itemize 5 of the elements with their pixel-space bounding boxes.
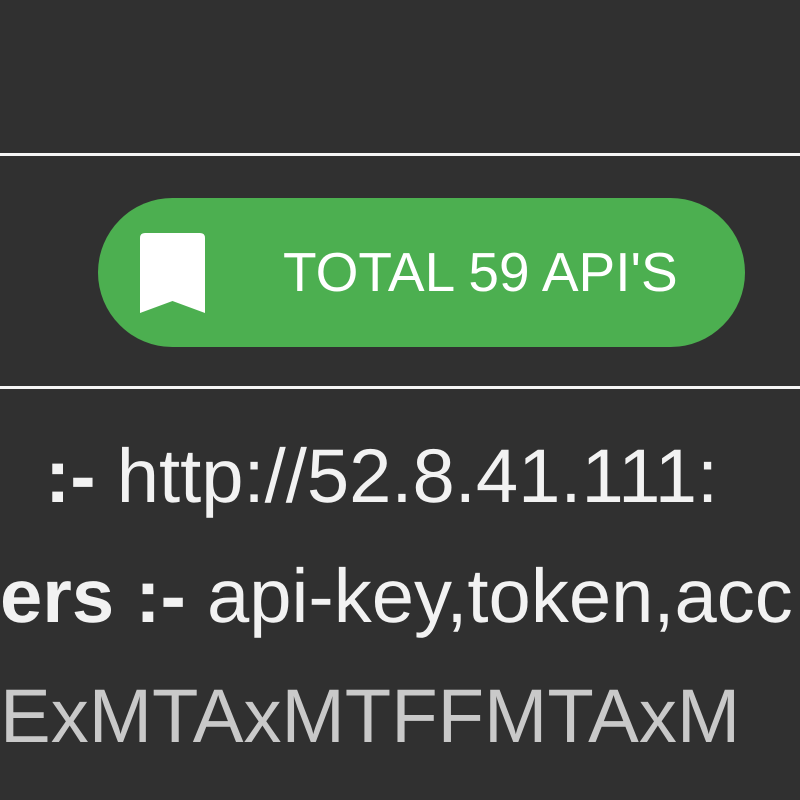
total-apis-badge: TOTAL 59 API'S xyxy=(98,198,745,347)
detail-text: :- http://52.8.41.111: xyxy=(45,434,718,519)
token-text: ExMTAxMTFFMTAxM xyxy=(0,674,740,759)
detail-text: ers :- api-key,token,acc xyxy=(0,554,793,639)
bookmark-icon xyxy=(140,232,205,312)
